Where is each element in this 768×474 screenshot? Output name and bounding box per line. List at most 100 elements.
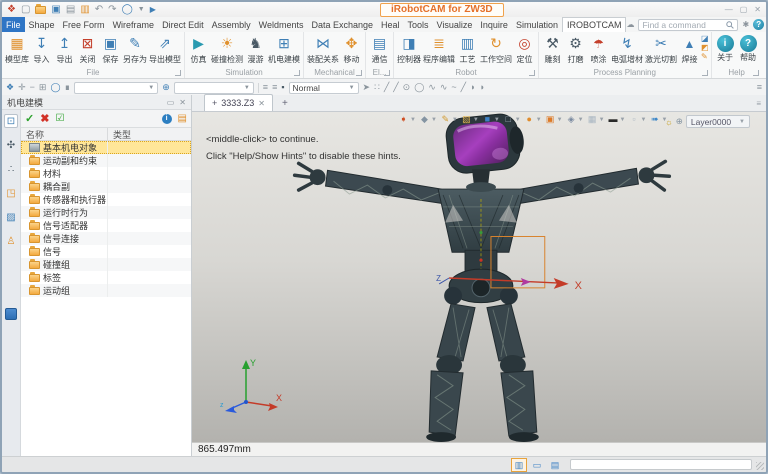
view-style-select[interactable]: ▼ bbox=[174, 82, 254, 94]
play-icon[interactable]: ▶ bbox=[150, 4, 156, 16]
dialog-launcher-icon[interactable] bbox=[384, 70, 390, 76]
dialog-launcher-icon[interactable] bbox=[702, 70, 708, 76]
status-window-icon[interactable]: ▤ bbox=[548, 459, 562, 471]
simulate-button[interactable]: ▶仿真 bbox=[187, 33, 210, 65]
tree-row-runtime-behavior[interactable]: 运行时行为 bbox=[21, 206, 191, 219]
background-icon[interactable]: ▬▼ bbox=[608, 114, 626, 125]
tree-row-tags[interactable]: 标签 bbox=[21, 271, 191, 284]
open-file-icon[interactable] bbox=[35, 6, 46, 14]
save-all-icon[interactable]: ▥ bbox=[80, 4, 89, 16]
close-button[interactable]: ✕ bbox=[754, 5, 761, 14]
circle-select-icon[interactable]: ◯ bbox=[50, 83, 60, 92]
dialog-launcher-icon[interactable] bbox=[529, 70, 535, 76]
tab-visualize[interactable]: Visualize bbox=[433, 17, 477, 32]
regen-icon[interactable]: ◯ bbox=[122, 4, 133, 16]
model-library-button[interactable]: ▦模型库 bbox=[4, 33, 30, 65]
save-icon[interactable]: ▣ bbox=[51, 4, 60, 16]
person-tool-icon[interactable]: ♙ bbox=[4, 234, 18, 248]
tab-shape[interactable]: Shape bbox=[25, 17, 59, 32]
bottom-panel-icon[interactable] bbox=[5, 308, 17, 320]
polish-button[interactable]: ⚙打磨 bbox=[564, 33, 587, 65]
attribute-style-select[interactable]: ▼ bbox=[74, 82, 158, 94]
walkthrough-button[interactable]: ♞漫游 bbox=[244, 33, 267, 65]
command-search-box[interactable]: Find a command bbox=[638, 19, 738, 31]
spray-paint-button[interactable]: ☂喷涂 bbox=[587, 33, 610, 65]
tab-tools[interactable]: Tools bbox=[404, 17, 433, 32]
edit-checkbox-icon[interactable]: ☑ bbox=[55, 113, 64, 124]
column-name[interactable]: 名称 bbox=[21, 128, 108, 140]
wireframe-display-icon[interactable]: □▼ bbox=[503, 114, 521, 125]
controller-button[interactable]: ◨控制器 bbox=[396, 33, 422, 65]
status-monitor-icon[interactable]: ▭ bbox=[530, 459, 544, 471]
globe-icon[interactable]: ⊕ bbox=[162, 83, 170, 92]
dialog-launcher-icon[interactable] bbox=[294, 70, 300, 76]
view-orient-icon[interactable]: ◆▼ bbox=[419, 114, 437, 125]
import-button[interactable]: ↧导入 bbox=[30, 33, 53, 65]
snap-segment-icon[interactable]: ╱ bbox=[393, 83, 398, 92]
apply-check-icon[interactable]: ✓ bbox=[25, 112, 34, 125]
tree-row-collision-group[interactable]: 碰撞组 bbox=[21, 258, 191, 271]
print-icon[interactable]: ▤ bbox=[66, 4, 75, 16]
snap-curve-icon[interactable]: ∿ bbox=[428, 83, 436, 92]
dialog-launcher-icon[interactable] bbox=[356, 70, 362, 76]
status-chart-icon[interactable]: ▥ bbox=[512, 459, 526, 471]
help-button[interactable]: ?帮助 bbox=[737, 33, 760, 63]
about-button[interactable]: i关于 bbox=[714, 33, 737, 63]
3d-canvas[interactable]: X Z ➧▼ ◆▼ ✎▼ ▧▼ ■▼ □▼ ●▼ ▣▼ ◈▼ ▦▼ ▬▼ ▫▼ … bbox=[192, 112, 766, 442]
tree-row-motion-group[interactable]: 运动组 bbox=[21, 284, 191, 297]
export-model-button[interactable]: ⇗导出模型 bbox=[148, 33, 182, 65]
bulb-icon[interactable]: ☼ bbox=[665, 117, 673, 127]
move-button[interactable]: ✥移动 bbox=[340, 33, 363, 65]
tree-row-materials[interactable]: 材料 bbox=[21, 167, 191, 180]
snap-grid-icon[interactable]: ∷ bbox=[374, 83, 380, 92]
exit-environment-icon[interactable]: ➧▼ bbox=[398, 114, 416, 125]
texture-icon[interactable]: ▣▼ bbox=[545, 114, 563, 125]
tree-row-signals[interactable]: 信号 bbox=[21, 245, 191, 258]
tab-weldments[interactable]: Weldments bbox=[255, 17, 308, 32]
workspace-button[interactable]: ↻工作空间 bbox=[479, 33, 513, 65]
undo-icon[interactable]: ↶ bbox=[95, 4, 103, 16]
engrave-button[interactable]: ⚒雕刻 bbox=[541, 33, 564, 65]
tree-row-couplers[interactable]: 耦合副 bbox=[21, 180, 191, 193]
tab-inquire[interactable]: Inquire bbox=[476, 17, 512, 32]
close-file-button[interactable]: ⊠关闭 bbox=[76, 33, 99, 65]
snap-arc-icon[interactable]: ~ bbox=[451, 83, 456, 92]
minimize-button[interactable]: — bbox=[725, 5, 733, 14]
tab-irobotcam[interactable]: IROBOTCAM bbox=[562, 17, 627, 32]
assembly-relation-button[interactable]: ⋈装配关系 bbox=[306, 33, 340, 65]
grid-icon[interactable]: ▦▼ bbox=[587, 114, 605, 125]
collision-check-button[interactable]: ☀碰撞检测 bbox=[210, 33, 244, 65]
grab-all-icon[interactable]: ◗ bbox=[480, 83, 485, 92]
maximize-button[interactable]: ▢ bbox=[740, 5, 748, 14]
laser-cutting-button[interactable]: ✂激光切割 bbox=[644, 33, 678, 65]
section-view-icon[interactable]: ◈▼ bbox=[566, 114, 584, 125]
positioning-button[interactable]: ◎定位 bbox=[513, 33, 536, 65]
extra-tool-icon[interactable]: ◩ bbox=[701, 43, 709, 52]
layer-globe-icon[interactable]: ⊕ bbox=[676, 116, 683, 127]
new-file-icon[interactable]: ▢ bbox=[21, 4, 30, 16]
render-ball-icon[interactable]: ●▼ bbox=[524, 114, 542, 125]
help-icon[interactable]: ? bbox=[753, 19, 764, 30]
extra-tool-icon[interactable]: ✎ bbox=[701, 52, 709, 61]
new-tab-button[interactable]: + bbox=[273, 98, 297, 109]
welding-button[interactable]: ▲焊接 bbox=[678, 33, 701, 65]
mechatronics-modeling-button[interactable]: ⊞机电建模 bbox=[267, 33, 301, 65]
isometric-icon[interactable]: ▧▼ bbox=[461, 114, 479, 125]
grab-icon[interactable]: ◗ bbox=[470, 83, 475, 92]
dialog-launcher-icon[interactable] bbox=[753, 70, 759, 76]
tab-simulation[interactable]: Simulation bbox=[512, 17, 562, 32]
snap-center-icon[interactable]: ⊙ bbox=[403, 83, 411, 92]
panel-minimize-icon[interactable]: ▭ bbox=[167, 98, 175, 107]
tab-data-exchange[interactable]: Data Exchange bbox=[307, 17, 377, 32]
package-tool-icon[interactable]: ◳ bbox=[4, 186, 18, 200]
cursor-pick-icon[interactable]: ➤ bbox=[363, 83, 371, 92]
notebook-icon[interactable]: ▤ bbox=[178, 113, 187, 124]
align-bottom-icon[interactable]: ≡ bbox=[272, 83, 277, 92]
annotate-icon[interactable]: ✎▼ bbox=[440, 114, 458, 125]
viewport-split-icon[interactable]: ▫▼ bbox=[628, 114, 646, 125]
dialog-launcher-icon[interactable] bbox=[175, 70, 181, 76]
swatch-icon[interactable]: ▪ bbox=[281, 83, 284, 92]
tab-direct-edit[interactable]: Direct Edit bbox=[158, 17, 208, 32]
arc-additive-button[interactable]: ↯电弧增材 bbox=[610, 33, 644, 65]
snap-circle-icon[interactable]: ◯ bbox=[414, 83, 424, 92]
